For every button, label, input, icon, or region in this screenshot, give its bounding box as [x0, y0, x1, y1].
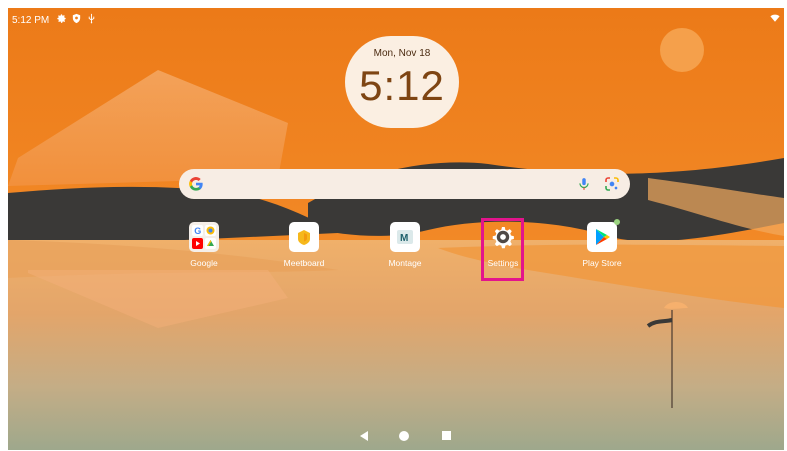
app-google-folder[interactable]: G Google — [174, 222, 234, 268]
google-search-bar[interactable] — [179, 169, 630, 199]
svg-text:G: G — [194, 226, 201, 236]
back-icon[interactable] — [360, 431, 368, 441]
wifi-icon — [770, 13, 780, 23]
app-meetboard[interactable]: Meetboard — [274, 222, 334, 268]
app-label: Google — [190, 258, 218, 268]
clock-date: Mon, Nov 18 — [373, 48, 431, 59]
play-store-icon — [587, 219, 620, 252]
google-folder-icon: G — [189, 222, 219, 252]
home-screen: 5:12 PM Mon, Nov 18 5:12 G Google Meetbo… — [8, 8, 784, 450]
shield-icon — [71, 13, 82, 24]
microphone-icon[interactable] — [577, 176, 591, 192]
montage-icon: M — [390, 222, 420, 252]
google-g-icon[interactable] — [188, 176, 204, 192]
status-icons — [56, 13, 97, 24]
montage-letter: M — [400, 233, 408, 244]
gear-icon — [56, 13, 67, 24]
app-label: Play Store — [582, 258, 622, 268]
status-time: 5:12 PM — [12, 15, 50, 26]
usb-icon — [86, 13, 97, 24]
app-label: Meetboard — [283, 258, 325, 268]
google-lens-icon[interactable] — [604, 176, 620, 192]
status-bar: 5:12 PM — [8, 8, 784, 30]
app-play-store[interactable]: Play Store — [572, 219, 632, 268]
app-label: Montage — [388, 258, 422, 268]
app-montage[interactable]: M Montage — [375, 222, 435, 268]
meetboard-icon — [289, 222, 319, 252]
notification-dot — [614, 219, 620, 225]
clock-widget[interactable]: Mon, Nov 18 5:12 — [345, 36, 459, 128]
settings-highlight-box — [481, 218, 524, 281]
clock-time: 5:12 — [359, 62, 445, 109]
recents-icon[interactable] — [442, 431, 451, 440]
home-icon[interactable] — [399, 431, 409, 441]
navigation-bar — [8, 428, 784, 450]
